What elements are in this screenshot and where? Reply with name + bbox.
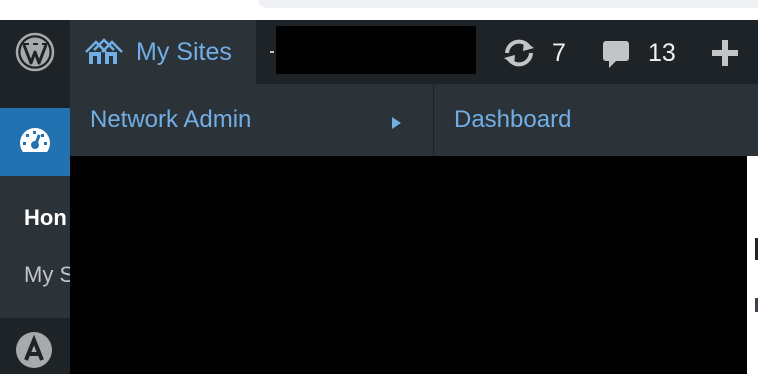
dashboard-gauge-icon <box>20 128 50 159</box>
submenu-arrow-icon <box>392 117 401 129</box>
site-name-edge <box>270 51 274 53</box>
my-sites-dropdown: Network Admin <box>70 84 433 156</box>
browser-chrome-strip <box>0 0 758 20</box>
new-content-plus-icon[interactable] <box>708 36 742 70</box>
wordpress-logo-icon <box>15 32 55 72</box>
submenu-item-home[interactable]: Hon <box>24 205 67 231</box>
network-admin-menu-item[interactable]: Network Admin <box>90 106 251 134</box>
network-admin-flyout: Dashboard <box>433 84 758 156</box>
browser-address-pill <box>258 0 758 8</box>
updates-icon <box>504 39 534 67</box>
my-sites-icon <box>85 38 123 64</box>
dashboard-menu-item[interactable]: Dashboard <box>454 106 571 134</box>
submenu-item-my-sites[interactable]: My S <box>24 262 74 288</box>
redacted-site-list <box>70 156 747 374</box>
page-content-edge <box>747 156 758 374</box>
comments-count: 13 <box>648 39 676 67</box>
comments-icon <box>603 41 629 68</box>
my-sites-label: My Sites <box>136 38 232 66</box>
wordpress-logo-button[interactable] <box>0 20 70 84</box>
sidebar-item-dashboard[interactable] <box>0 108 70 176</box>
astra-icon[interactable] <box>14 330 54 370</box>
updates-count: 7 <box>552 39 566 67</box>
sidebar-submenu <box>0 176 70 318</box>
redacted-site-name[interactable] <box>276 26 476 74</box>
my-sites-menu[interactable]: My Sites <box>70 20 256 84</box>
